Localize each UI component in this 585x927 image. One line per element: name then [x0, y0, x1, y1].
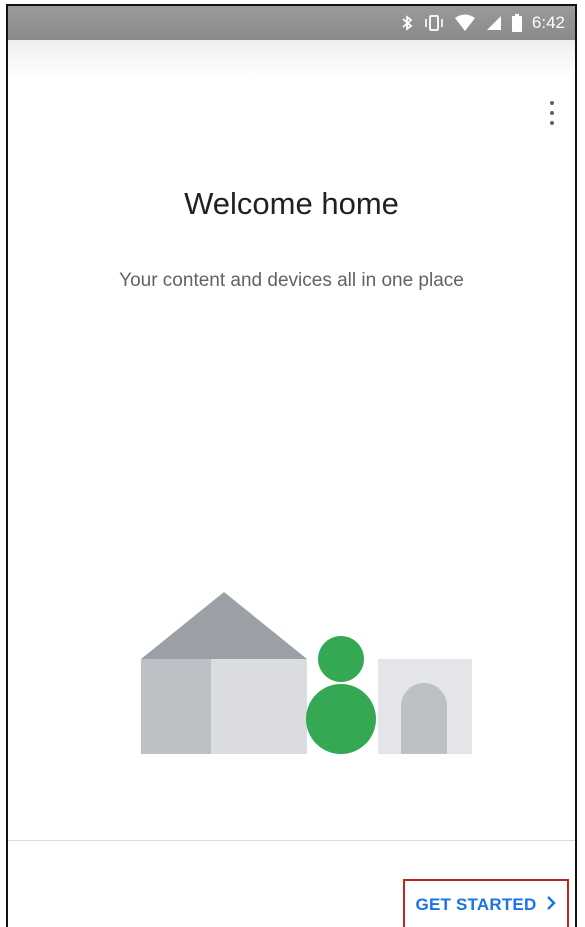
get-started-label: GET STARTED: [415, 895, 537, 914]
house-wall-dark: [141, 659, 211, 754]
footer-divider: [8, 840, 575, 841]
phone-screen: 6:42 Welcome home Your content and devic…: [6, 4, 577, 927]
garage-door: [401, 683, 447, 754]
person-head: [318, 636, 364, 682]
chevron-right-icon: [546, 895, 557, 916]
home-illustration: [141, 592, 472, 754]
get-started-button[interactable]: GET STARTED: [403, 879, 569, 927]
house-wall-light: [211, 659, 307, 754]
house-roof: [141, 592, 307, 659]
person-body: [306, 684, 376, 754]
